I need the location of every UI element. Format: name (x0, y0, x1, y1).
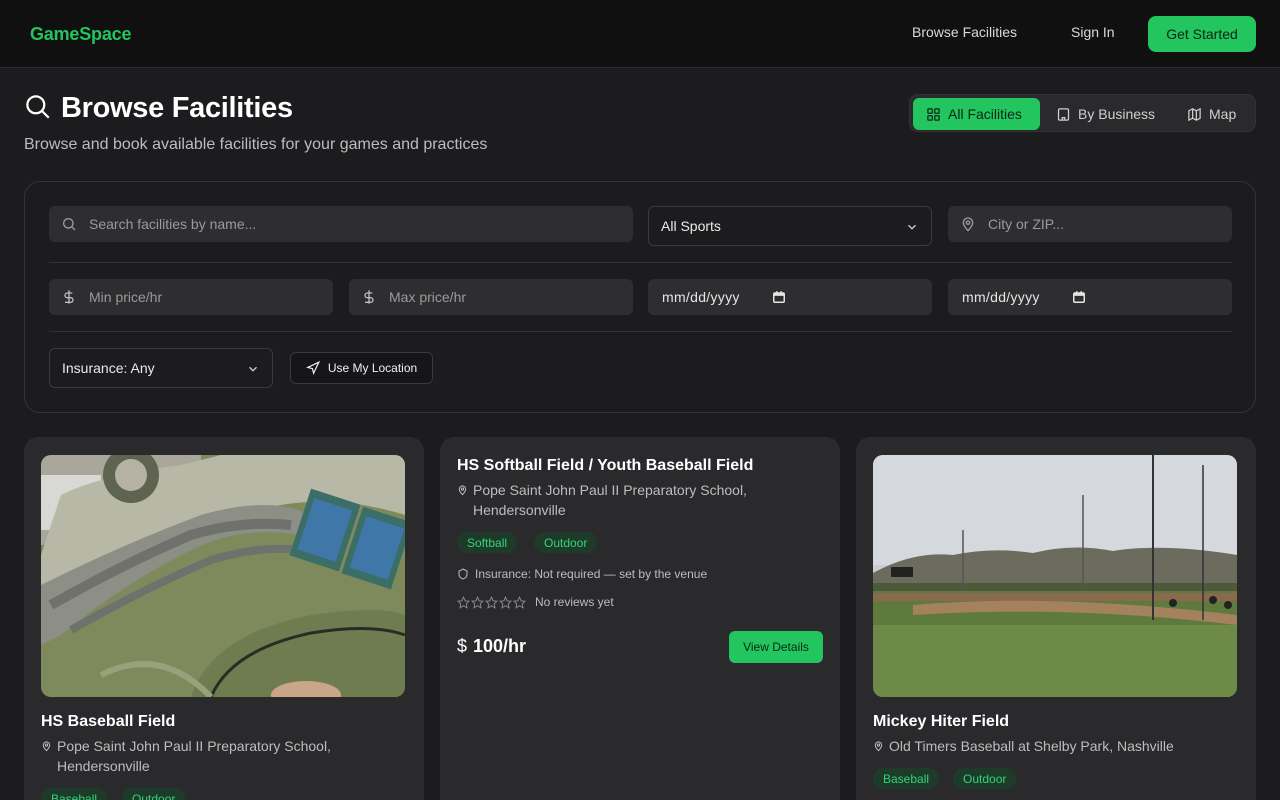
chevron-down-icon (908, 224, 916, 230)
environment-tag: Outdoor (534, 532, 598, 553)
rating-row: No reviews yet (457, 595, 614, 609)
facility-location-text: Pope Saint John Paul II Preparatory Scho… (57, 738, 331, 774)
top-navbar: GameSpace Browse Facilities Sign In Get … (0, 0, 1280, 68)
star-icon (457, 595, 470, 609)
min-price-input[interactable]: Min price/hr (49, 279, 333, 315)
star-icon (485, 595, 498, 609)
reviews-text: No reviews yet (535, 595, 614, 609)
page-header: Browse Facilities (24, 92, 293, 125)
start-date-input[interactable]: mm/dd/yyyy (648, 279, 932, 315)
facility-title[interactable]: HS Baseball Field (41, 713, 175, 731)
dollar-icon (61, 289, 77, 305)
shield-icon (458, 568, 468, 580)
tab-by-business[interactable]: By Business (1056, 98, 1168, 130)
divider (49, 331, 1232, 332)
sport-tag: Softball (457, 532, 518, 553)
environment-tag: Outdoor (122, 788, 186, 800)
facility-card[interactable]: HS Baseball Field Pope Saint John Paul I… (24, 437, 424, 800)
facility-location-text: Old Timers Baseball at Shelby Park, Nash… (889, 738, 1174, 754)
facility-title[interactable]: HS Softball Field / Youth Baseball Field (457, 457, 753, 475)
star-icon (471, 595, 484, 609)
sport-tag: Baseball (41, 788, 108, 800)
facility-location: Pope Saint John Paul II Preparatory Scho… (41, 736, 381, 776)
calendar-icon[interactable] (1072, 290, 1086, 304)
facility-field-image (873, 455, 1237, 697)
page-subtitle: Browse and book available facilities for… (24, 136, 488, 153)
price-value: 100/hr (473, 636, 527, 656)
insurance-info: Insurance: Not required — set by the ven… (457, 567, 707, 581)
facility-location: Pope Saint John Paul II Preparatory Scho… (457, 480, 787, 520)
filters-panel: Search facilities by name... All Sports … (24, 181, 1256, 413)
map-pin-icon (960, 216, 976, 232)
dollar-icon (361, 289, 377, 305)
nav-sign-in[interactable]: Sign In (1071, 24, 1115, 40)
get-started-button[interactable]: Get Started (1148, 16, 1256, 52)
map-icon (1188, 107, 1201, 121)
navigation-icon (305, 361, 320, 375)
nav-browse-facilities[interactable]: Browse Facilities (912, 24, 1017, 40)
location-placeholder: City or ZIP... (988, 216, 1064, 232)
building-icon (1057, 107, 1070, 121)
view-toggle: All Facilities By Business Map (909, 94, 1256, 132)
divider (49, 262, 1232, 263)
max-price-input[interactable]: Max price/hr (349, 279, 633, 315)
insurance-select[interactable]: Insurance: Any (49, 348, 273, 388)
location-input[interactable]: City or ZIP... (948, 206, 1232, 242)
facility-aerial-image (41, 455, 405, 697)
map-pin-icon (42, 741, 51, 752)
tab-all-facilities[interactable]: All Facilities (913, 98, 1040, 130)
end-date-input[interactable]: mm/dd/yyyy (948, 279, 1232, 315)
start-date-value: mm/dd/yyyy (662, 289, 740, 305)
insurance-value: Insurance: Any (62, 360, 155, 376)
use-my-location-label: Use My Location (327, 361, 418, 375)
sport-tag: Baseball (873, 768, 940, 789)
tab-map[interactable]: Map (1187, 98, 1253, 130)
facility-location: Old Timers Baseball at Shelby Park, Nash… (873, 736, 1213, 756)
sport-value: All Sports (661, 218, 721, 234)
sport-select[interactable]: All Sports (648, 206, 932, 246)
facility-title[interactable]: Mickey Hiter Field (873, 713, 1009, 731)
insurance-text: Insurance: Not required — set by the ven… (475, 567, 708, 581)
tab-label: All Facilities (948, 106, 1022, 122)
search-icon (24, 93, 51, 125)
use-my-location-button[interactable]: Use My Location (290, 352, 433, 384)
tab-label: By Business (1078, 106, 1156, 122)
max-price-placeholder: Max price/hr (389, 289, 467, 305)
calendar-icon[interactable] (772, 290, 786, 304)
star-icon (513, 595, 526, 609)
view-details-button[interactable]: View Details (729, 631, 823, 663)
star-rating (457, 595, 527, 609)
gamespace-logo[interactable]: GameSpace (30, 22, 131, 46)
search-placeholder: Search facilities by name... (89, 216, 257, 232)
min-price-placeholder: Min price/hr (89, 289, 163, 305)
star-icon (499, 595, 512, 609)
brand-name: GameSpace (30, 23, 132, 44)
end-date-value: mm/dd/yyyy (962, 289, 1040, 305)
facility-location-text: Pope Saint John Paul II Preparatory Scho… (473, 482, 747, 518)
search-input[interactable]: Search facilities by name... (49, 206, 633, 242)
map-pin-icon (458, 485, 467, 496)
search-icon (61, 216, 77, 232)
chevron-down-icon (249, 366, 257, 372)
grid-icon (927, 107, 940, 121)
environment-tag: Outdoor (953, 768, 1017, 789)
facility-card[interactable]: HS Softball Field / Youth Baseball Field… (440, 437, 840, 800)
map-pin-icon (874, 741, 883, 752)
price: $ 100/hr (457, 636, 526, 657)
tab-label: Map (1209, 106, 1237, 122)
facility-card[interactable]: Mickey Hiter Field Old Timers Baseball a… (856, 437, 1256, 800)
page-title: Browse Facilities (61, 92, 293, 124)
currency-symbol: $ (457, 636, 468, 656)
